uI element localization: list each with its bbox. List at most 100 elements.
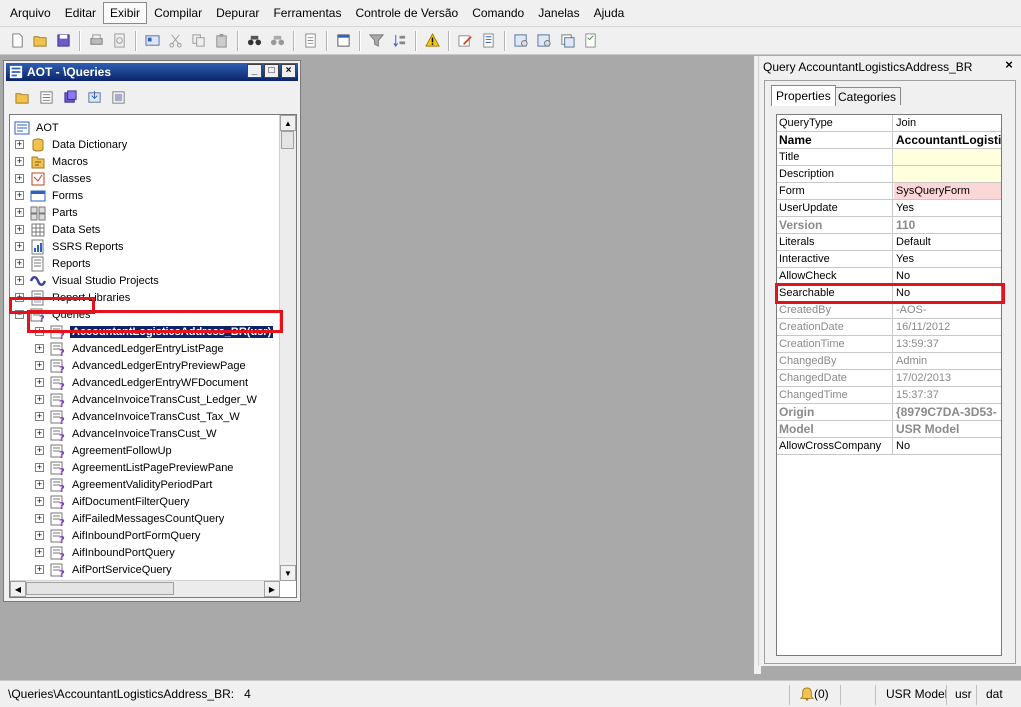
property-row[interactable]: Description (777, 166, 1001, 183)
property-value[interactable]: No (894, 438, 1001, 454)
property-row[interactable]: CreationDate 16/11/2012 (777, 319, 1001, 336)
expand-icon[interactable]: + (15, 174, 24, 183)
property-value[interactable]: AccountantLogisticsAddress_BR (894, 132, 1001, 148)
menu-controle-de-vers-o[interactable]: Controle de Versão (348, 2, 465, 24)
list-icon[interactable] (479, 31, 498, 50)
property-value[interactable]: Yes (894, 251, 1001, 267)
property-value[interactable] (894, 149, 1001, 165)
property-row[interactable]: CreatedBy -AOS- (777, 302, 1001, 319)
minimize-button[interactable]: _ (247, 64, 262, 78)
expand-icon[interactable]: + (35, 463, 44, 472)
close-button[interactable]: × (281, 64, 296, 78)
tree-vertical-scrollbar[interactable]: ▲ ▼ (279, 115, 296, 581)
alert-icon[interactable] (423, 31, 442, 50)
expand-icon[interactable]: + (15, 276, 24, 285)
tree-node[interactable]: +? AdvancedLedgerEntryListPage (35, 340, 226, 357)
menu-ferramentas[interactable]: Ferramentas (266, 2, 348, 24)
expand-icon[interactable]: + (35, 548, 44, 557)
scroll-right-button[interactable]: ▶ (264, 581, 280, 597)
property-row[interactable]: NameAccountantLogisticsAddress_BR (777, 132, 1001, 149)
tree-node[interactable]: +? AifPortServiceQuery (35, 561, 174, 578)
print-icon[interactable] (87, 31, 106, 50)
scroll-left-button[interactable]: ◀ (10, 581, 26, 597)
tree-node[interactable]: + Forms (15, 187, 85, 204)
save-all-icon[interactable] (59, 87, 81, 107)
aot-tree[interactable]: AOT + Data Dictionary + Macros + Classes + Forms… (9, 114, 297, 598)
property-row[interactable]: Version 110 (777, 217, 1001, 234)
window-icon[interactable] (334, 31, 353, 50)
property-value[interactable]: Join (894, 115, 1001, 131)
property-value[interactable]: -AOS- (894, 302, 1001, 318)
tree-node[interactable]: AOT (14, 119, 61, 136)
property-row[interactable]: Interactive Yes (777, 251, 1001, 268)
cut-icon[interactable] (166, 31, 185, 50)
property-row[interactable]: CreationTime 13:59:37 (777, 336, 1001, 353)
tree-node[interactable]: +? AifInboundPortQuery (35, 544, 177, 561)
property-row[interactable]: ChangedTime 15:37:37 (777, 387, 1001, 404)
filter-icon[interactable] (367, 31, 386, 50)
property-value[interactable]: No (894, 268, 1001, 284)
document-icon[interactable] (301, 31, 320, 50)
menu-exibir[interactable]: Exibir (103, 2, 148, 24)
find-next-icon[interactable] (268, 31, 287, 50)
compile-icon[interactable] (107, 87, 129, 107)
scroll-thumb[interactable] (281, 131, 294, 149)
menu-editar[interactable]: Editar (58, 2, 103, 24)
close-icon[interactable]: × (1003, 58, 1015, 71)
property-row[interactable]: AllowCrossCompany No (777, 438, 1001, 455)
property-value[interactable]: 110 (894, 217, 1001, 233)
property-row[interactable]: Title (777, 149, 1001, 166)
tree-node[interactable]: +? AgreementValidityPeriodPart (35, 476, 214, 493)
notifications-area[interactable]: (0) (800, 681, 829, 707)
save-icon[interactable] (54, 31, 73, 50)
property-value[interactable]: 15:37:37 (894, 387, 1001, 403)
property-row[interactable]: Model USR Model (777, 421, 1001, 438)
property-row[interactable]: Origin {8979C7DA-3D53- (777, 404, 1001, 421)
find-icon[interactable] (245, 31, 264, 50)
checklist-icon[interactable] (581, 31, 600, 50)
open-icon[interactable] (31, 31, 50, 50)
expand-icon[interactable]: + (15, 191, 24, 200)
compare-icon[interactable] (535, 31, 554, 50)
menu-comando[interactable]: Comando (465, 2, 531, 24)
tree-node[interactable]: +? AgreementFollowUp (35, 442, 174, 459)
tree-node[interactable]: + Parts (15, 204, 80, 221)
expand-icon[interactable]: + (35, 344, 44, 353)
property-row[interactable]: ChangedDate 17/02/2013 (777, 370, 1001, 387)
tree-node[interactable]: +? AifDocumentFilterQuery (35, 493, 191, 510)
layers-icon[interactable] (558, 31, 577, 50)
property-value[interactable]: {8979C7DA-3D53- (894, 404, 1001, 420)
property-value[interactable]: Yes (894, 200, 1001, 216)
property-row[interactable]: Form SysQueryForm (777, 183, 1001, 200)
expand-icon[interactable]: + (35, 395, 44, 404)
tree-node[interactable]: + Classes (15, 170, 93, 187)
tree-node[interactable]: +? AifInboundPortFormQuery (35, 527, 202, 544)
property-row[interactable]: ChangedBy Admin (777, 353, 1001, 370)
print-preview-icon[interactable] (110, 31, 129, 50)
tree-node[interactable]: +? AdvancedLedgerEntryWFDocument (35, 374, 250, 391)
tree-node[interactable]: +? AdvanceInvoiceTransCust_W (35, 425, 219, 442)
copy-icon[interactable] (189, 31, 208, 50)
expand-icon[interactable]: + (15, 140, 24, 149)
expand-icon[interactable]: + (15, 242, 24, 251)
expand-icon[interactable]: + (35, 565, 44, 574)
property-value[interactable]: Default (894, 234, 1001, 250)
expand-icon[interactable]: + (35, 412, 44, 421)
tree-node[interactable]: +? AdvanceInvoiceTransCust_Ledger_W (35, 391, 259, 408)
property-value[interactable]: SysQueryForm (894, 183, 1001, 199)
expand-icon[interactable]: + (35, 361, 44, 370)
new-icon[interactable] (8, 31, 27, 50)
property-row[interactable]: Literals Default (777, 234, 1001, 251)
expand-icon[interactable]: + (15, 157, 24, 166)
tree-node[interactable]: +? AdvancedLedgerEntryPreviewPage (35, 357, 248, 374)
edit-icon[interactable] (456, 31, 475, 50)
expand-icon[interactable]: + (35, 531, 44, 540)
paste-icon[interactable] (212, 31, 231, 50)
tree-node[interactable]: + Data Dictionary (15, 136, 129, 153)
property-value[interactable] (894, 166, 1001, 182)
property-row[interactable]: UserUpdate Yes (777, 200, 1001, 217)
property-value[interactable]: USR Model (894, 421, 1001, 437)
sort-icon[interactable] (390, 31, 409, 50)
scroll-up-button[interactable]: ▲ (280, 115, 296, 131)
tree-node[interactable]: + Data Sets (15, 221, 102, 238)
